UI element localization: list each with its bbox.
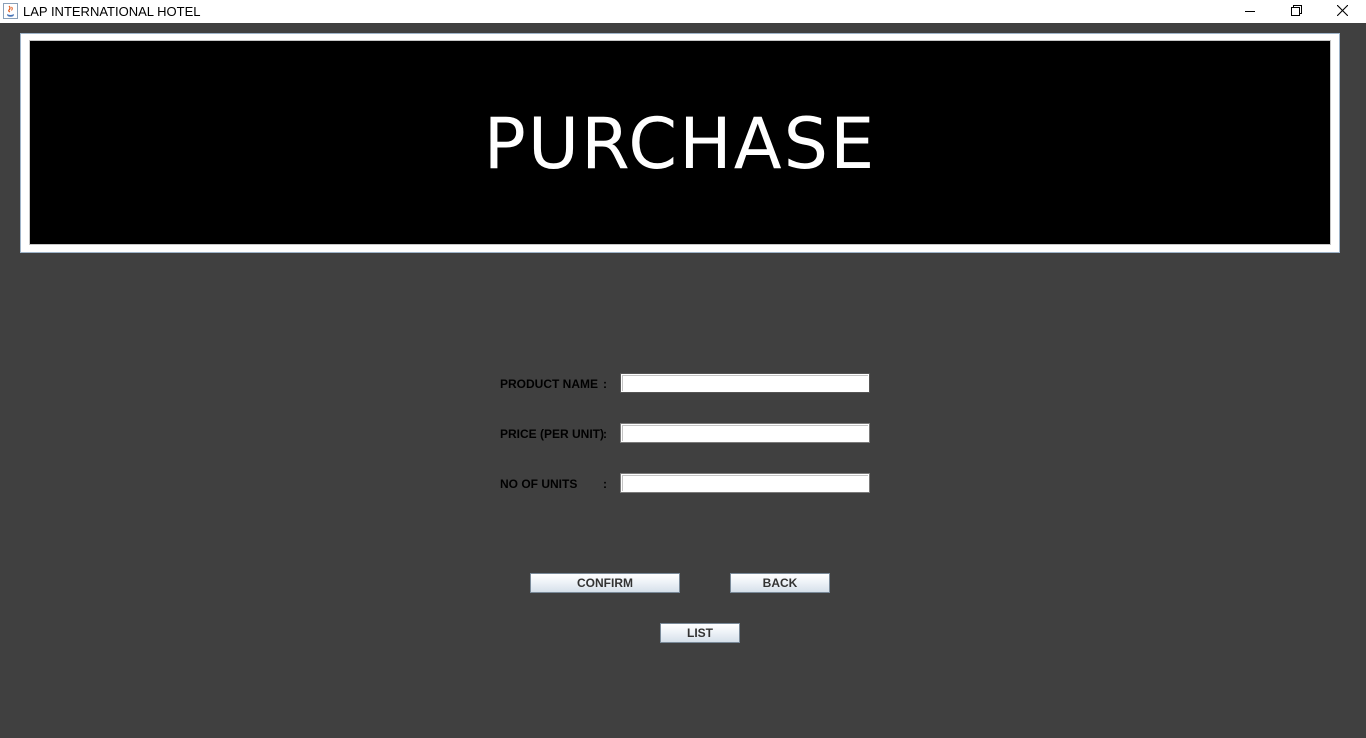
no-of-units-input[interactable] — [620, 473, 870, 493]
confirm-button[interactable]: CONFIRM — [530, 573, 680, 593]
price-per-unit-colon: : — [603, 427, 607, 441]
back-button[interactable]: BACK — [730, 573, 830, 593]
window-title: LAP INTERNATIONAL HOTEL — [23, 4, 201, 19]
product-name-colon: : — [603, 377, 607, 391]
price-per-unit-input[interactable] — [620, 423, 870, 443]
product-name-label: PRODUCT NAME — [500, 377, 598, 391]
restore-icon — [1290, 3, 1302, 21]
java-coffee-cup-icon — [3, 3, 18, 19]
page-heading: PURCHASE — [483, 103, 877, 185]
restore-button[interactable] — [1273, 0, 1319, 23]
no-of-units-label: NO OF UNITS — [500, 477, 578, 491]
close-icon — [1336, 3, 1348, 21]
minimize-icon — [1245, 3, 1255, 21]
product-name-input[interactable] — [620, 373, 870, 393]
title-bar: LAP INTERNATIONAL HOTEL — [0, 0, 1366, 23]
minimize-button[interactable] — [1227, 0, 1273, 23]
close-button[interactable] — [1319, 0, 1365, 23]
list-button[interactable]: LIST — [660, 623, 740, 643]
price-per-unit-label: PRICE (PER UNIT) — [500, 427, 605, 441]
banner-frame: PURCHASE — [20, 33, 1340, 253]
no-of-units-colon: : — [603, 477, 607, 491]
banner: PURCHASE — [29, 40, 1331, 245]
